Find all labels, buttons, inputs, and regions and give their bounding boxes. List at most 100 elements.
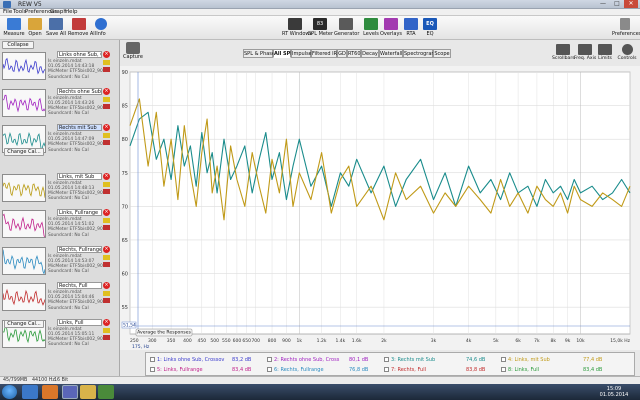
browser-icon[interactable] bbox=[22, 385, 38, 399]
remove-all-button[interactable]: Remove All bbox=[68, 18, 96, 37]
tab-impulse[interactable]: Impulse bbox=[291, 49, 312, 58]
preferences-button[interactable]: Preferences bbox=[612, 18, 640, 37]
legend-item[interactable]: 2: Rechts ohne Sub, Cross 80,1 dB bbox=[267, 356, 379, 364]
mic-cal-icon[interactable] bbox=[103, 60, 110, 65]
close-button[interactable]: ✕ bbox=[624, 0, 638, 8]
open-button[interactable]: Open bbox=[24, 18, 46, 37]
measurement-name[interactable]: Links, Full bbox=[57, 318, 102, 326]
measurement-thumbnail[interactable] bbox=[2, 283, 46, 311]
mic-cal-icon[interactable] bbox=[103, 291, 110, 296]
tab-spectrogram[interactable]: Spectrogram bbox=[403, 49, 436, 58]
mic-cal-icon[interactable] bbox=[103, 327, 110, 333]
legend-checkbox[interactable] bbox=[267, 357, 272, 362]
delete-measurement-button[interactable]: × bbox=[103, 209, 110, 216]
rew-task-icon[interactable] bbox=[62, 385, 78, 399]
explorer-icon[interactable] bbox=[80, 385, 96, 399]
measurement-item[interactable]: Rechts, Fullrange Is einzeln.mdat 01.05.20… bbox=[2, 245, 112, 276]
tab-all-spl[interactable]: All SPL bbox=[273, 49, 294, 58]
measurement-name[interactable]: Rechts mit Sub bbox=[57, 124, 102, 131]
legend-item[interactable]: 8: Links, Full 83,4 dB bbox=[501, 366, 613, 374]
delete-measurement-button[interactable]: × bbox=[103, 87, 110, 95]
eq-button[interactable]: EQ EQ bbox=[419, 18, 441, 37]
scrollbars-button[interactable]: Scrollbars bbox=[552, 44, 575, 61]
delete-measurement-button[interactable]: × bbox=[103, 51, 110, 58]
measurement-name[interactable]: Rechts, Full bbox=[57, 282, 102, 289]
mic-cal-icon[interactable] bbox=[103, 133, 110, 138]
measurement-name[interactable]: Rechts ohne Sub, Cross bbox=[57, 87, 102, 95]
freq-axis-button[interactable]: Freq. Axis bbox=[574, 44, 596, 61]
start-button[interactable] bbox=[2, 385, 17, 399]
delete-measurement-button[interactable]: × bbox=[103, 172, 110, 180]
delete-measurement-button[interactable]: × bbox=[103, 245, 110, 253]
measurement-thumbnail[interactable] bbox=[2, 246, 46, 275]
change-cal-button[interactable]: Change Cal... bbox=[4, 148, 44, 156]
soundcard-cal-icon[interactable] bbox=[103, 188, 110, 194]
save-all-button[interactable]: Save All bbox=[45, 18, 67, 37]
measurement-name[interactable]: Links ohne Sub, Crosso bbox=[57, 51, 102, 58]
measurement-item[interactable]: Links ohne Sub, CrossoIs einzeln.mdat01.… bbox=[2, 51, 112, 81]
measurement-thumbnail[interactable] bbox=[2, 210, 46, 239]
measurement-item[interactable]: Rechts ohne Sub, CrossIs einzeln.mdat01.… bbox=[2, 87, 112, 118]
tab-rt60[interactable]: RT60 bbox=[347, 49, 361, 58]
mic-cal-icon[interactable] bbox=[103, 96, 110, 102]
soundcard-cal-icon[interactable] bbox=[103, 298, 110, 303]
menu-file[interactable]: File bbox=[3, 9, 12, 16]
tab-filtered-ir[interactable]: Filtered IR bbox=[311, 49, 337, 58]
measurement-name[interactable]: Rechts, Fullrange bbox=[57, 245, 102, 253]
spl-graph[interactable]: 55 60 65 70 75 80 85 90 250 300 350 400 450 500 550 600… bbox=[120, 66, 640, 350]
limits-button[interactable]: Limits bbox=[596, 44, 614, 61]
spl-chart[interactable]: 55 60 65 70 75 80 85 90 250 300 350 400 450 500 550 600… bbox=[120, 66, 640, 350]
media-icon[interactable] bbox=[98, 385, 114, 399]
controls-button[interactable]: Controls bbox=[616, 44, 638, 61]
measurement-thumbnail[interactable] bbox=[2, 173, 46, 202]
delete-measurement-button[interactable]: × bbox=[103, 318, 110, 326]
legend-item[interactable]: 7: Rechts, Full 83,8 dB bbox=[384, 366, 496, 374]
menu-help[interactable]: Help bbox=[65, 9, 78, 16]
delete-measurement-button[interactable]: × bbox=[103, 124, 110, 131]
delete-measurement-button[interactable]: × bbox=[103, 282, 110, 289]
legend-checkbox[interactable] bbox=[501, 367, 506, 372]
measure-button[interactable]: Measure bbox=[3, 18, 25, 37]
mic-cal-icon[interactable] bbox=[103, 254, 110, 260]
soundcard-cal-icon[interactable] bbox=[103, 334, 110, 340]
soundcard-cal-icon[interactable] bbox=[103, 140, 110, 145]
soundcard-cal-icon[interactable] bbox=[103, 103, 110, 109]
collapse-button[interactable]: Collapse bbox=[2, 41, 34, 49]
measurement-thumbnail[interactable] bbox=[2, 52, 46, 80]
mic-cal-icon[interactable] bbox=[103, 218, 110, 223]
spl-meter-button[interactable]: 83 SPL Meter bbox=[308, 18, 333, 37]
maximize-button[interactable]: □ bbox=[610, 0, 624, 8]
tab-decay[interactable]: Decay bbox=[361, 49, 379, 58]
legend-item[interactable]: 3: Rechts mit Sub 74,6 dB bbox=[384, 356, 496, 364]
legend-checkbox[interactable] bbox=[267, 367, 272, 372]
measurement-item[interactable]: Rechts, Full Is einzeln.mdat 01.05.2014 15… bbox=[2, 282, 112, 312]
minimize-button[interactable]: — bbox=[596, 0, 610, 8]
legend-checkbox[interactable] bbox=[501, 357, 506, 362]
legend-checkbox[interactable] bbox=[150, 367, 155, 372]
legend-item[interactable]: 6: Rechts, Fullrange 76,8 dB bbox=[267, 366, 379, 374]
measurement-name[interactable]: Links, Fullrange bbox=[57, 209, 102, 216]
legend-checkbox[interactable] bbox=[384, 367, 389, 372]
tab-scope[interactable]: Scope bbox=[433, 49, 451, 58]
legend-item[interactable]: 4: Links, mit Sub 77,4 dB bbox=[501, 356, 613, 364]
firefox-icon[interactable] bbox=[42, 385, 58, 399]
measurement-item[interactable]: Links, Fullrange Is einzeln.mdat 01.05.201… bbox=[2, 209, 112, 239]
change-cal-button[interactable]: Change Cal... bbox=[4, 320, 44, 328]
generator-button[interactable]: Generator bbox=[334, 18, 359, 37]
soundcard-cal-icon[interactable] bbox=[103, 67, 110, 72]
measurement-item[interactable]: Links, mit Sub Is einzeln.mdat 01.05.2014 … bbox=[2, 172, 112, 203]
measurement-name[interactable]: Links, mit Sub bbox=[57, 172, 102, 180]
info-button[interactable]: Info bbox=[90, 18, 112, 37]
legend-item[interactable]: 5: Links, Fullrange 83,4 dB bbox=[150, 366, 262, 374]
legend-checkbox[interactable] bbox=[384, 357, 389, 362]
legend-checkbox[interactable] bbox=[150, 357, 155, 362]
tab-spl-phase[interactable]: SPL & Phase bbox=[243, 49, 275, 58]
soundcard-cal-icon[interactable] bbox=[103, 261, 110, 267]
soundcard-cal-icon[interactable] bbox=[103, 225, 110, 230]
tab-waterfall[interactable]: Waterfall bbox=[379, 49, 403, 58]
legend-item[interactable]: 1: Links ohne Sub, Crossov 83,2 dB bbox=[150, 356, 262, 364]
rt-windows-button[interactable]: RT Windows bbox=[282, 18, 312, 37]
capture-button[interactable]: Capture bbox=[122, 42, 144, 64]
mic-cal-icon[interactable] bbox=[103, 181, 110, 187]
tab-gd[interactable]: GD bbox=[337, 49, 347, 58]
